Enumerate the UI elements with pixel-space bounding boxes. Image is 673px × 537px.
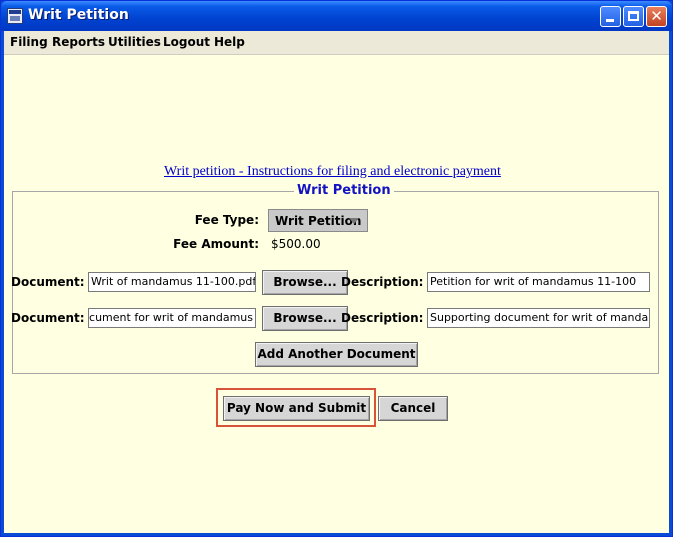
app-icon-bar <box>9 10 21 14</box>
fee-type-dropdown[interactable]: Writ Petition <box>268 209 368 232</box>
cancel-button[interactable]: Cancel <box>378 396 448 421</box>
document-label: Document: <box>11 275 85 289</box>
menu-bar: Filing Reports Utilities Logout Help <box>4 31 669 55</box>
menu-filing[interactable]: Filing <box>10 35 48 49</box>
fee-amount-value: $500.00 <box>271 237 321 251</box>
instructions-link[interactable]: Writ petition - Instructions for filing … <box>164 164 501 180</box>
menu-help[interactable]: Help <box>214 35 245 49</box>
close-button[interactable]: ✕ <box>646 6 667 27</box>
add-document-button[interactable]: Add Another Document <box>255 342 418 367</box>
description-field[interactable]: Supporting document for writ of mandamus <box>427 308 650 328</box>
title-bar[interactable]: Writ Petition ✕ <box>1 1 672 31</box>
window-title: Writ Petition <box>28 7 129 23</box>
menu-reports[interactable]: Reports <box>52 35 105 49</box>
description-field[interactable]: Petition for writ of mandamus 11-100 <box>427 272 650 292</box>
document-file-field[interactable]: Writ of mandamus 11-100.pdf <box>88 272 256 292</box>
panel-title: Writ Petition <box>294 183 394 198</box>
app-icon <box>7 8 23 24</box>
close-icon: ✕ <box>650 7 663 25</box>
pay-now-submit-button[interactable]: Pay Now and Submit <box>223 396 370 421</box>
maximize-button[interactable] <box>623 6 644 27</box>
description-label: Description: <box>341 311 424 325</box>
minimize-icon <box>606 19 614 22</box>
browse-button[interactable]: Browse... <box>262 306 348 331</box>
description-label: Description: <box>341 275 424 289</box>
document-label: Document: <box>11 311 85 325</box>
maximize-icon <box>628 11 639 21</box>
menu-utilities[interactable]: Utilities <box>108 35 161 49</box>
minimize-button[interactable] <box>600 6 621 27</box>
application-window: Writ Petition ✕ Filing Reports Utilities… <box>0 0 673 537</box>
document-file-text: Supporting document for writ of mandamus <box>89 311 253 324</box>
browse-button[interactable]: Browse... <box>262 270 348 295</box>
chevron-down-icon[interactable] <box>349 218 359 224</box>
document-file-field[interactable]: Supporting document for writ of mandamus <box>88 308 256 328</box>
menu-logout[interactable]: Logout <box>163 35 210 49</box>
app-icon-body <box>10 16 20 21</box>
fee-type-label: Fee Type: <box>194 213 259 227</box>
fee-amount-label: Fee Amount: <box>173 237 259 251</box>
